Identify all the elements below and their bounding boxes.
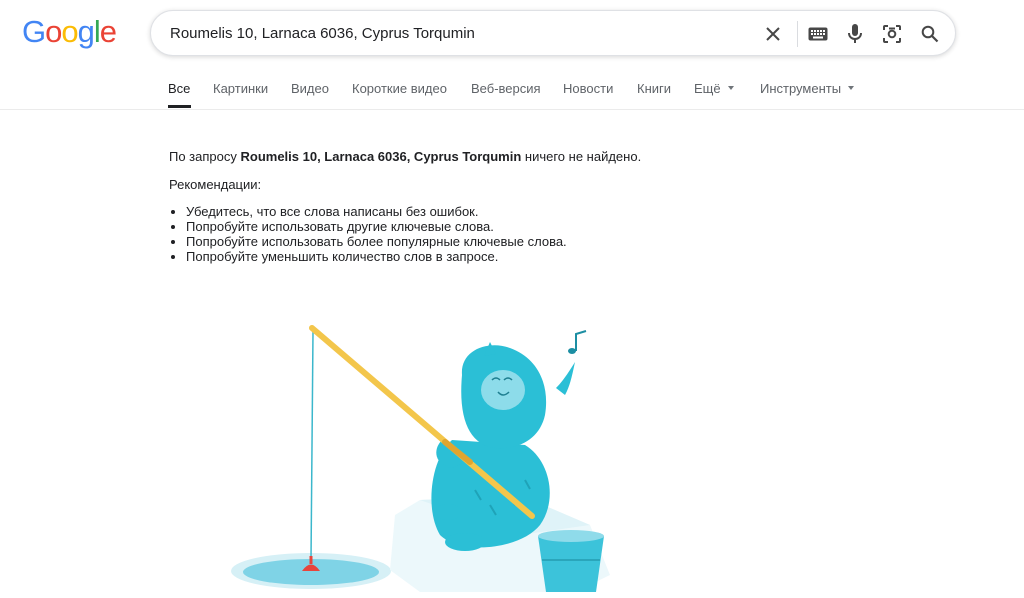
- query-text: Roumelis 10, Larnaca 6036, Cyprus Torqum…: [240, 149, 522, 164]
- logo-letter: G: [22, 14, 46, 49]
- chevron-down-icon: [848, 85, 855, 90]
- google-logo[interactable]: Google: [22, 14, 117, 50]
- tab-tools[interactable]: Инструменты: [760, 80, 855, 98]
- tab-all[interactable]: Все: [168, 80, 191, 108]
- tab-images[interactable]: Картинки: [213, 80, 268, 98]
- clear-icon[interactable]: [761, 22, 785, 46]
- search-box: [150, 10, 956, 56]
- list-item: Убедитесь, что все слова написаны без ош…: [186, 204, 641, 219]
- keyboard-icon[interactable]: [806, 22, 830, 46]
- list-item: Попробуйте использовать более популярные…: [186, 234, 641, 249]
- no-results-panel: По запросу Roumelis 10, Larnaca 6036, Cy…: [169, 148, 641, 264]
- no-results-message: По запросу Roumelis 10, Larnaca 6036, Cy…: [169, 148, 641, 165]
- search-divider: [797, 21, 798, 47]
- header-divider: [0, 109, 1024, 110]
- tab-more[interactable]: Ещё: [694, 80, 734, 98]
- logo-letter: o: [61, 14, 78, 49]
- active-tab-indicator: [168, 105, 191, 108]
- logo-letter: e: [99, 14, 117, 49]
- fishing-line: [310, 331, 314, 561]
- message-suffix: ничего не найдено.: [521, 149, 642, 164]
- tab-short-videos[interactable]: Короткие видео: [352, 80, 447, 98]
- tab-news[interactable]: Новости: [563, 80, 613, 98]
- search-icon[interactable]: [918, 22, 942, 46]
- list-item: Попробуйте использовать другие ключевые …: [186, 219, 641, 234]
- tab-books[interactable]: Книги: [637, 80, 671, 98]
- search-input[interactable]: [170, 11, 730, 55]
- tab-web[interactable]: Веб-версия: [471, 80, 541, 98]
- list-item: Попробуйте уменьшить количество слов в з…: [186, 249, 641, 264]
- logo-letter: g: [77, 14, 95, 49]
- tab-videos[interactable]: Видео: [291, 80, 329, 98]
- recommendations-title: Рекомендации:: [169, 177, 262, 192]
- google-search-page: Google Roumelis 10, Larnaca 6036, Cyprus…: [0, 0, 1024, 598]
- music-note-icon: [568, 330, 587, 354]
- logo-letter: o: [45, 14, 62, 49]
- bucket-icon: [538, 530, 604, 592]
- fishing-yeti-illustration: [231, 325, 610, 592]
- camera-search-icon[interactable]: [880, 22, 904, 46]
- chevron-down-icon: [727, 85, 734, 90]
- recommendations-list: Убедитесь, что все слова написаны без ош…: [169, 204, 641, 264]
- microphone-icon[interactable]: [843, 22, 867, 46]
- message-prefix: По запросу: [169, 149, 241, 164]
